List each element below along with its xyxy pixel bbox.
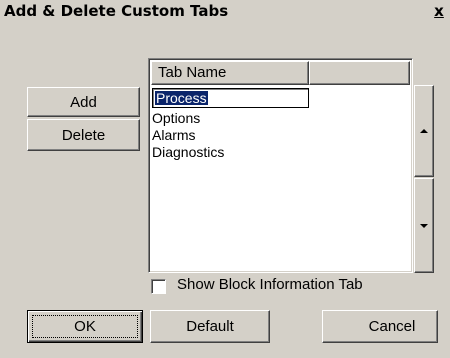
cancel-button-label: Cancel: [368, 318, 416, 335]
list-header: Tab Name: [151, 61, 410, 85]
column-header-tab-name[interactable]: Tab Name: [151, 61, 309, 85]
ok-button[interactable]: OK: [27, 310, 143, 343]
move-down-button[interactable]: [414, 178, 434, 273]
add-button[interactable]: Add: [27, 87, 140, 117]
tab-list[interactable]: Tab Name Options Alarms Diagnostics Proc…: [148, 58, 413, 273]
tab-name-edit-field[interactable]: Process: [152, 88, 309, 108]
triangle-up-icon: [420, 129, 428, 133]
default-button[interactable]: Default: [150, 310, 270, 343]
window-title: Add & Delete Custom Tabs: [4, 2, 229, 20]
delete-button-label: Delete: [61, 126, 106, 144]
default-button-label: Default: [186, 318, 234, 335]
list-item[interactable]: Alarms: [152, 127, 196, 144]
add-button-label: Add: [70, 93, 97, 111]
show-block-info-checkbox[interactable]: [151, 279, 166, 294]
focus-rectangle: [32, 315, 138, 338]
edit-field-selected-text: Process: [155, 90, 208, 106]
move-up-button[interactable]: [414, 85, 434, 177]
list-item[interactable]: Options: [152, 110, 200, 127]
column-header-blank[interactable]: [309, 61, 410, 85]
triangle-down-icon: [420, 223, 428, 228]
cancel-button[interactable]: Cancel: [322, 310, 438, 343]
delete-button[interactable]: Delete: [27, 119, 140, 151]
close-button[interactable]: x: [432, 3, 446, 20]
list-item[interactable]: Diagnostics: [152, 144, 224, 161]
title-bar: Add & Delete Custom Tabs x: [0, 0, 450, 24]
show-block-info-label: Show Block Information Tab: [177, 276, 363, 293]
